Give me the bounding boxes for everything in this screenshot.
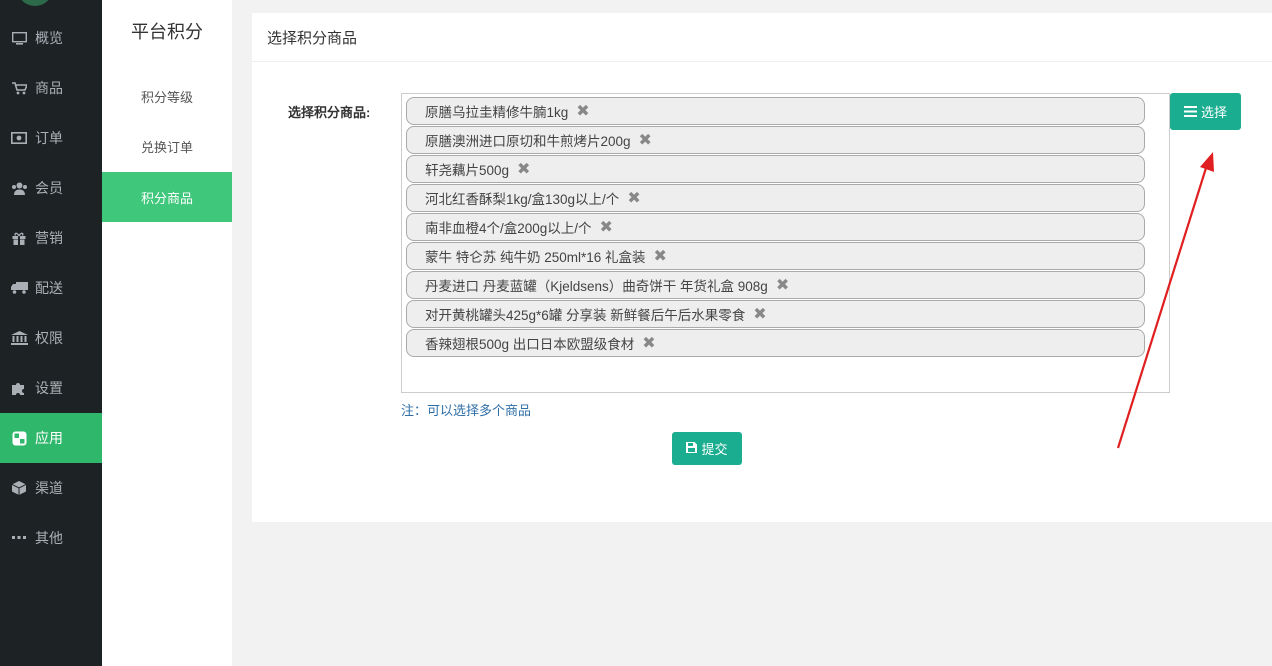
goods-tag: 河北红香酥梨1kg/盒130g以上/个 ✖: [406, 184, 1145, 212]
nav-item-permissions[interactable]: 权限: [0, 313, 102, 363]
nav-item-orders[interactable]: 订单: [0, 113, 102, 163]
more-icon: [10, 530, 28, 546]
submit-button-label: 提交: [701, 442, 728, 457]
goods-tag: 香辣翅根500g 出口日本欧盟级食材 ✖: [406, 329, 1145, 357]
goods-tag: 对开黄桃罐头425g*6罐 分享装 新鲜餐后午后水果零食 ✖: [406, 300, 1145, 328]
remove-icon[interactable]: ✖: [639, 130, 652, 150]
nav-item-overview[interactable]: 概览: [0, 13, 102, 63]
nav-item-marketing[interactable]: 营销: [0, 213, 102, 263]
choose-button-label: 选择: [1200, 105, 1227, 120]
sub-sidebar: 平台积分 积分等级 兑换订单 积分商品: [102, 0, 232, 666]
nav-item-label: 会员: [35, 180, 63, 196]
choose-goods-button[interactable]: 选择: [1170, 93, 1241, 130]
goods-tag-label: 原膳乌拉圭精修牛腩1kg: [425, 105, 569, 120]
goods-tag: 原膳澳洲进口原切和牛煎烤片200g ✖: [406, 126, 1145, 154]
nav-item-label: 设置: [35, 380, 63, 396]
goods-tag: 轩尧藕片500g ✖: [406, 155, 1145, 183]
nav-item-other[interactable]: 其他: [0, 513, 102, 563]
cube-icon: [10, 480, 28, 496]
remove-icon[interactable]: ✖: [517, 159, 530, 179]
list-icon: [1183, 104, 1197, 120]
truck-icon: [10, 280, 28, 296]
submit-button[interactable]: 提交: [672, 432, 742, 465]
goods-tag: 丹麦进口 丹麦蓝罐（Kjeldsens）曲奇饼干 年货礼盒 908g ✖: [406, 271, 1145, 299]
goods-tag-label: 南非血橙4个/盒200g以上/个: [425, 221, 592, 236]
nav-item-members[interactable]: 会员: [0, 163, 102, 213]
nav-item-label: 配送: [35, 280, 63, 296]
logo: [17, 0, 53, 6]
subnav-item-exchange-orders[interactable]: 兑换订单: [102, 121, 232, 171]
remove-icon[interactable]: ✖: [576, 101, 589, 121]
subnav-item-points-levels[interactable]: 积分等级: [102, 71, 232, 121]
subnav-item-points-goods[interactable]: 积分商品: [102, 172, 232, 222]
money-icon: [10, 130, 28, 146]
bank-icon: [10, 330, 28, 346]
nav-item-settings[interactable]: 设置: [0, 363, 102, 413]
nav-item-channels[interactable]: 渠道: [0, 463, 102, 513]
puzzle-icon: [10, 380, 28, 396]
nav-item-apps[interactable]: 应用: [0, 413, 102, 463]
monitor-icon: [10, 30, 28, 46]
nav-item-label: 订单: [35, 130, 63, 146]
nav-item-label: 渠道: [35, 480, 63, 496]
nav-item-label: 概览: [35, 30, 63, 46]
nav-item-label: 商品: [35, 80, 63, 96]
panel-title: 选择积分商品: [252, 13, 1272, 62]
goods-tag-label: 丹麦进口 丹麦蓝罐（Kjeldsens）曲奇饼干 年货礼盒 908g: [425, 279, 768, 294]
remove-icon[interactable]: ✖: [753, 304, 766, 324]
goods-field-label: 选择积分商品:: [288, 105, 371, 120]
remove-icon[interactable]: ✖: [627, 188, 640, 208]
remove-icon[interactable]: ✖: [776, 275, 789, 295]
nav-item-delivery[interactable]: 配送: [0, 263, 102, 313]
remove-icon[interactable]: ✖: [654, 246, 667, 266]
selected-goods-box[interactable]: 原膳乌拉圭精修牛腩1kg ✖ 原膳澳洲进口原切和牛煎烤片200g ✖ 轩尧藕片5…: [401, 93, 1170, 393]
nav-item-label: 应用: [35, 430, 63, 446]
goods-tag: 南非血橙4个/盒200g以上/个 ✖: [406, 213, 1145, 241]
main-panel: 选择积分商品 选择积分商品: 原膳乌拉圭精修牛腩1kg ✖ 原膳澳洲进口原切和牛…: [252, 13, 1272, 522]
gift-icon: [10, 230, 28, 246]
nav-item-goods[interactable]: 商品: [0, 63, 102, 113]
nav-item-label: 其他: [35, 530, 63, 546]
users-icon: [10, 180, 28, 196]
goods-tag-label: 轩尧藕片500g: [425, 163, 510, 178]
apps-icon: [10, 430, 28, 446]
nav-item-label: 营销: [35, 230, 63, 246]
remove-icon[interactable]: ✖: [642, 333, 655, 353]
sub-sidebar-title: 平台积分: [131, 22, 203, 42]
multi-select-note: 注：可以选择多个商品: [401, 403, 532, 418]
cart-icon: [10, 80, 28, 96]
remove-icon[interactable]: ✖: [600, 217, 613, 237]
save-icon: [686, 441, 698, 456]
nav-item-label: 权限: [35, 330, 63, 346]
goods-tag: 蒙牛 特仑苏 纯牛奶 250ml*16 礼盒装 ✖: [406, 242, 1145, 270]
goods-tag-label: 河北红香酥梨1kg/盒130g以上/个: [425, 192, 620, 207]
goods-tag-label: 对开黄桃罐头425g*6罐 分享装 新鲜餐后午后水果零食: [425, 308, 746, 323]
goods-tag-label: 蒙牛 特仑苏 纯牛奶 250ml*16 礼盒装: [425, 250, 646, 265]
goods-tag-label: 原膳澳洲进口原切和牛煎烤片200g: [425, 134, 631, 149]
goods-tag: 原膳乌拉圭精修牛腩1kg ✖: [406, 97, 1145, 125]
main-sidebar: 概览 商品 订单 会员 营销 配送 权限 设置 应用 渠道 其他: [0, 0, 102, 666]
goods-tag-label: 香辣翅根500g 出口日本欧盟级食材: [425, 337, 635, 352]
